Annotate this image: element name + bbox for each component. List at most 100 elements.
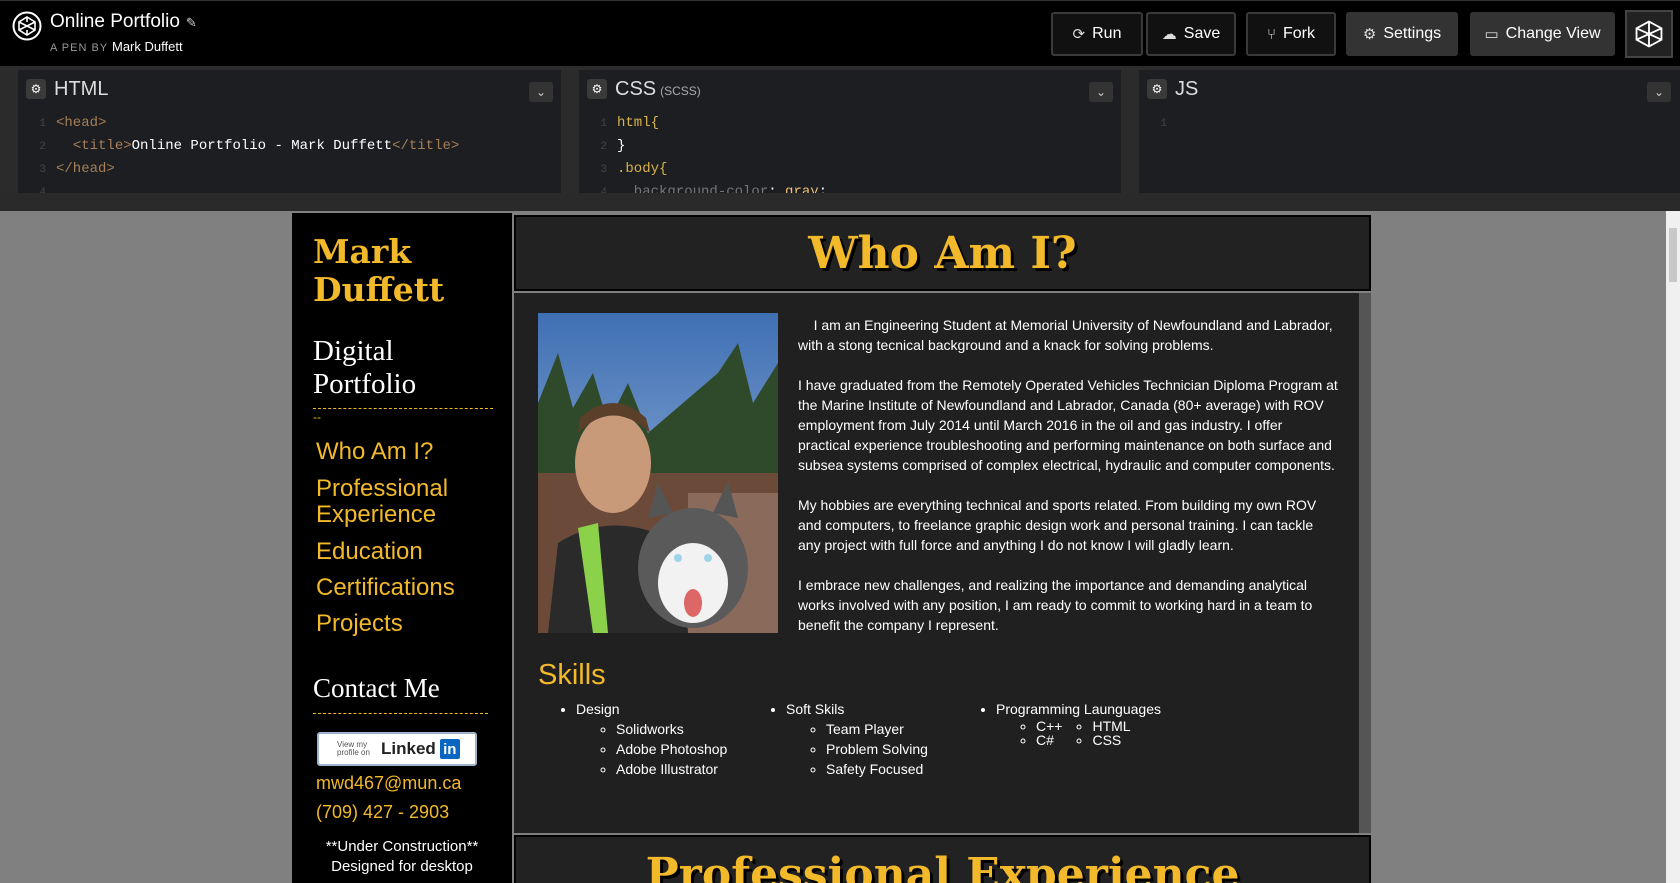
js-editor-header: ⚙ JS [1139,74,1680,104]
skill-category: Programming Launguages [996,701,1161,717]
avatar-cube-icon [1635,20,1663,48]
code-token: <head> [56,115,107,131]
user-avatar[interactable] [1625,10,1673,58]
skill-item: Problem Solving [826,739,928,759]
js-code[interactable]: 1 [1139,104,1680,194]
run-label: Run [1092,25,1122,42]
html-editor-label: HTML [54,77,109,100]
code-token: html{ [617,115,660,131]
js-settings-gear-icon[interactable]: ⚙ [1147,79,1167,99]
nav-who-am-i[interactable]: Who Am I? [316,439,433,465]
save-button[interactable]: ☁ Save [1146,12,1236,56]
portfolio-main: Who Am I? I am an Engineering Student at… [512,213,1372,883]
editor-resize-handle[interactable] [1121,70,1139,199]
chevron-down-icon[interactable]: ⌄ [1089,82,1113,102]
under-construction-note: **Under Construction** [325,838,479,855]
settings-button[interactable]: ⚙ Settings [1346,12,1458,56]
skill-item: Adobe Illustrator [616,759,727,779]
chevron-down-icon[interactable]: ⌄ [1647,82,1671,102]
chevron-down-icon[interactable]: ⌄ [529,82,553,102]
js-editor-label: JS [1175,77,1199,100]
line-number: 1 [1160,118,1167,130]
preview-resize-bar[interactable] [0,193,1680,211]
email-link[interactable]: mwd467@mun.ca [316,773,461,794]
pen-author-line: A PEN BY Mark Duffett [50,39,183,54]
fork-label: Fork [1283,25,1315,42]
pen-title[interactable]: Online Portfolio ✎ [50,11,197,33]
author-link[interactable]: Mark Duffett [112,39,183,54]
html-editor[interactable]: ⚙ HTML ⌄ 1 <head> 2 <title>Online Portfoli… [18,74,561,199]
editor-resize-handle[interactable] [561,70,579,199]
html-code[interactable]: 1 <head> 2 <title>Online Portfolio - Mark … [18,104,561,194]
css-code[interactable]: 1 html{2} 3 .body{4 background-color: gray; [579,104,1121,194]
skills-design: Design Solidworks Adobe Photoshop Adobe … [560,699,727,779]
site-name: Mark Duffett [313,232,445,309]
divider [313,408,493,409]
change-view-label: Change View [1505,25,1601,42]
save-label: Save [1183,25,1221,42]
css-editor[interactable]: ⚙ CSS (SCSS) ⌄ 1 html{2} 3 .body{4 backgrou… [579,74,1121,199]
code-line[interactable]: 1 [1139,112,1680,135]
who-am-i-content: I am an Engineering Student at Memorial … [514,293,1359,833]
code-token: <title> [72,138,132,154]
fork-button[interactable]: ⑂ Fork [1246,12,1336,56]
code-token: </title> [392,138,460,154]
js-editor[interactable]: ⚙ JS ⌄ 1 [1139,74,1680,199]
edit-pencil-icon[interactable]: ✎ [186,15,197,30]
code-line[interactable]: 1 html{ [579,112,1121,135]
phone-number: (709) 427 - 2903 [316,802,450,822]
skill-item: Solidworks [616,719,727,739]
linkedin-in-icon: in [439,739,460,759]
linkedin-text: Linked [381,739,436,758]
css-editor-header: ⚙ CSS (SCSS) [579,74,1121,104]
fork-icon: ⑂ [1266,25,1276,43]
skill-item: CSS [1092,733,1130,747]
portfolio-sidebar: Mark Duffett Digital Portfolio -- Who Am… [292,213,512,883]
skill-item: Adobe Photoshop [616,739,727,759]
nav-professional-experience[interactable]: Professional Experience [316,476,486,528]
line-number: 1 [39,118,46,130]
desktop-note: Designed for desktop [331,858,473,875]
editor-panes: ⚙ HTML ⌄ 1 <head> 2 <title>Online Portfoli… [0,66,1680,199]
nav-projects[interactable]: Projects [316,611,403,637]
nav-certifications[interactable]: Certifications [316,575,455,601]
cloud-icon: ☁ [1161,26,1177,43]
pen-title-text: Online Portfolio [50,11,180,32]
gear-icon: ⚙ [1362,26,1377,43]
code-line[interactable]: 2 <title>Online Portfolio - Mark Duffett… [18,135,561,158]
preview-scrollbar[interactable] [1666,211,1680,883]
html-settings-gear-icon[interactable]: ⚙ [26,79,46,99]
skill-item: C# [1036,733,1062,747]
professional-experience-heading: Professional Experience [645,849,1240,883]
css-preprocessor-label: (SCSS) [660,84,701,98]
linkedin-profile-button[interactable]: View my profile on Linked in [317,732,477,766]
contact-divider [313,713,488,714]
code-line[interactable]: 3 </head> [18,158,561,181]
preview-scrollbar-thumb[interactable] [1669,228,1677,282]
divider-dashes: -- [313,410,321,424]
line-number: 3 [600,164,607,176]
skill-item: Team Player [826,719,928,739]
run-button[interactable]: ⟳ Run [1051,12,1143,56]
section-header-who: Who Am I? [514,215,1371,291]
skill-category: Soft Skils [786,701,845,717]
refresh-icon: ⟳ [1072,26,1086,43]
skill-item: C++ [1036,719,1062,733]
content-scrollbar[interactable] [1359,293,1371,833]
line-number: 1 [600,118,607,130]
code-line[interactable]: 3 .body{ [579,158,1121,181]
code-token: </head> [56,161,115,177]
editor-resize-handle[interactable] [0,70,18,199]
nav-education[interactable]: Education [316,539,423,565]
code-line[interactable]: 1 <head> [18,112,561,135]
codepen-logo-icon[interactable] [12,11,42,41]
change-view-button[interactable]: ▭ Change View [1470,12,1615,56]
linkedin-small-text: View my profile on [337,740,370,757]
line-number: 2 [39,141,46,153]
code-line[interactable]: 2} [579,135,1121,158]
line-number: 3 [39,164,46,176]
code-token: .body{ [617,161,668,177]
css-settings-gear-icon[interactable]: ⚙ [587,79,607,99]
settings-label: Settings [1383,25,1442,42]
